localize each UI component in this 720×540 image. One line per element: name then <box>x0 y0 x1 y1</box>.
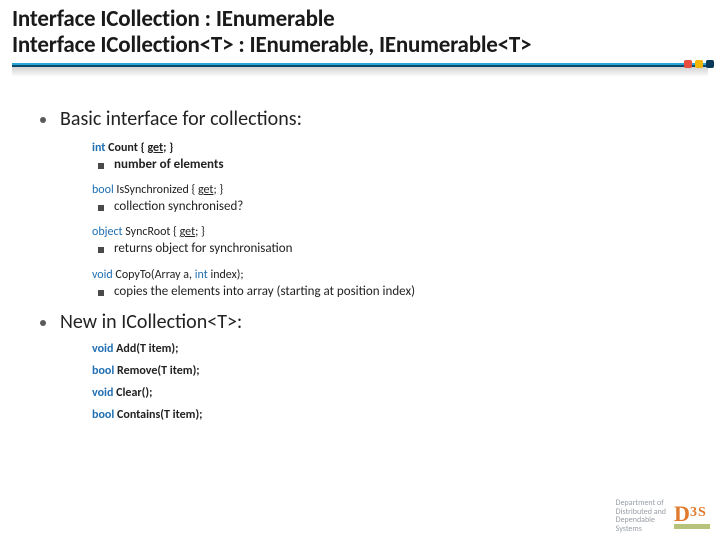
footer: Department of Distributed and Dependable… <box>616 499 710 534</box>
description: returns object for synchronisation <box>114 241 292 257</box>
signature: void Clear(); <box>92 386 690 400</box>
keyword: int <box>92 141 105 155</box>
description: copies the elements into array (starting… <box>114 284 415 300</box>
signature: bool Remove(T item); <box>92 364 690 378</box>
description-row: returns object for synchronisation <box>98 241 690 257</box>
description-row: number of elements <box>98 157 690 173</box>
square-bullet-icon <box>98 163 104 169</box>
bullet-icon <box>40 320 46 326</box>
d3s-logo-icon: D 3 S <box>674 503 710 529</box>
title-line-1: Interface ICollection : IEnumerable <box>12 6 708 32</box>
signature: object SyncRoot { get; } <box>92 225 690 239</box>
square-bullet-icon <box>98 205 104 211</box>
square-bullet-icon <box>98 247 104 253</box>
slide-body: Basic interface for collections: int Cou… <box>0 77 720 422</box>
member-syncroot: object SyncRoot { get; } returns object … <box>92 225 690 257</box>
department-label: Department of Distributed and Dependable… <box>616 499 666 534</box>
dot-navy-icon <box>706 60 714 68</box>
signature: void Add(T item); <box>92 342 690 356</box>
member-count: int Count { get; } number of elements <box>92 141 690 173</box>
bullet-icon <box>40 117 46 123</box>
bullet-text: New in ICollection<T>: <box>60 310 242 334</box>
title-line-2: Interface ICollection<T> : IEnumerable, … <box>12 32 708 58</box>
member-issync: bool IsSynchronized { get; } collection … <box>92 183 690 215</box>
keyword: object <box>92 225 123 239</box>
title-shadow <box>12 67 708 77</box>
dot-red-icon <box>684 60 692 68</box>
description: collection synchronised? <box>114 199 243 215</box>
square-bullet-icon <box>98 290 104 296</box>
bullet-text: Basic interface for collections: <box>60 107 302 131</box>
signature: int Count { get; } <box>92 141 690 155</box>
signature: void CopyTo(Array a, int index); <box>92 268 690 282</box>
member-remove: bool Remove(T item); <box>92 364 690 378</box>
member-clear: void Clear(); <box>92 386 690 400</box>
member-contains: bool Contains(T item); <box>92 408 690 422</box>
title-block: Interface ICollection : IEnumerable Inte… <box>0 0 720 77</box>
slide: Interface ICollection : IEnumerable Inte… <box>0 0 720 540</box>
description-row: copies the elements into array (starting… <box>98 284 690 300</box>
bullet-basic-interface: Basic interface for collections: <box>40 107 690 131</box>
signature: bool IsSynchronized { get; } <box>92 183 690 197</box>
member-copyto: void CopyTo(Array a, int index); copies … <box>92 268 690 300</box>
keyword: void <box>92 268 113 282</box>
logo-bar <box>674 524 710 529</box>
member-add: void Add(T item); <box>92 342 690 356</box>
description-row: collection synchronised? <box>98 199 690 215</box>
corner-dots <box>684 60 714 68</box>
bullet-new-in-t: New in ICollection<T>: <box>40 310 690 334</box>
section-2-list: void Add(T item); bool Remove(T item); v… <box>40 342 690 422</box>
signature: bool Contains(T item); <box>92 408 690 422</box>
keyword: bool <box>92 183 114 197</box>
dot-yellow-icon <box>695 60 703 68</box>
description: number of elements <box>114 157 224 173</box>
